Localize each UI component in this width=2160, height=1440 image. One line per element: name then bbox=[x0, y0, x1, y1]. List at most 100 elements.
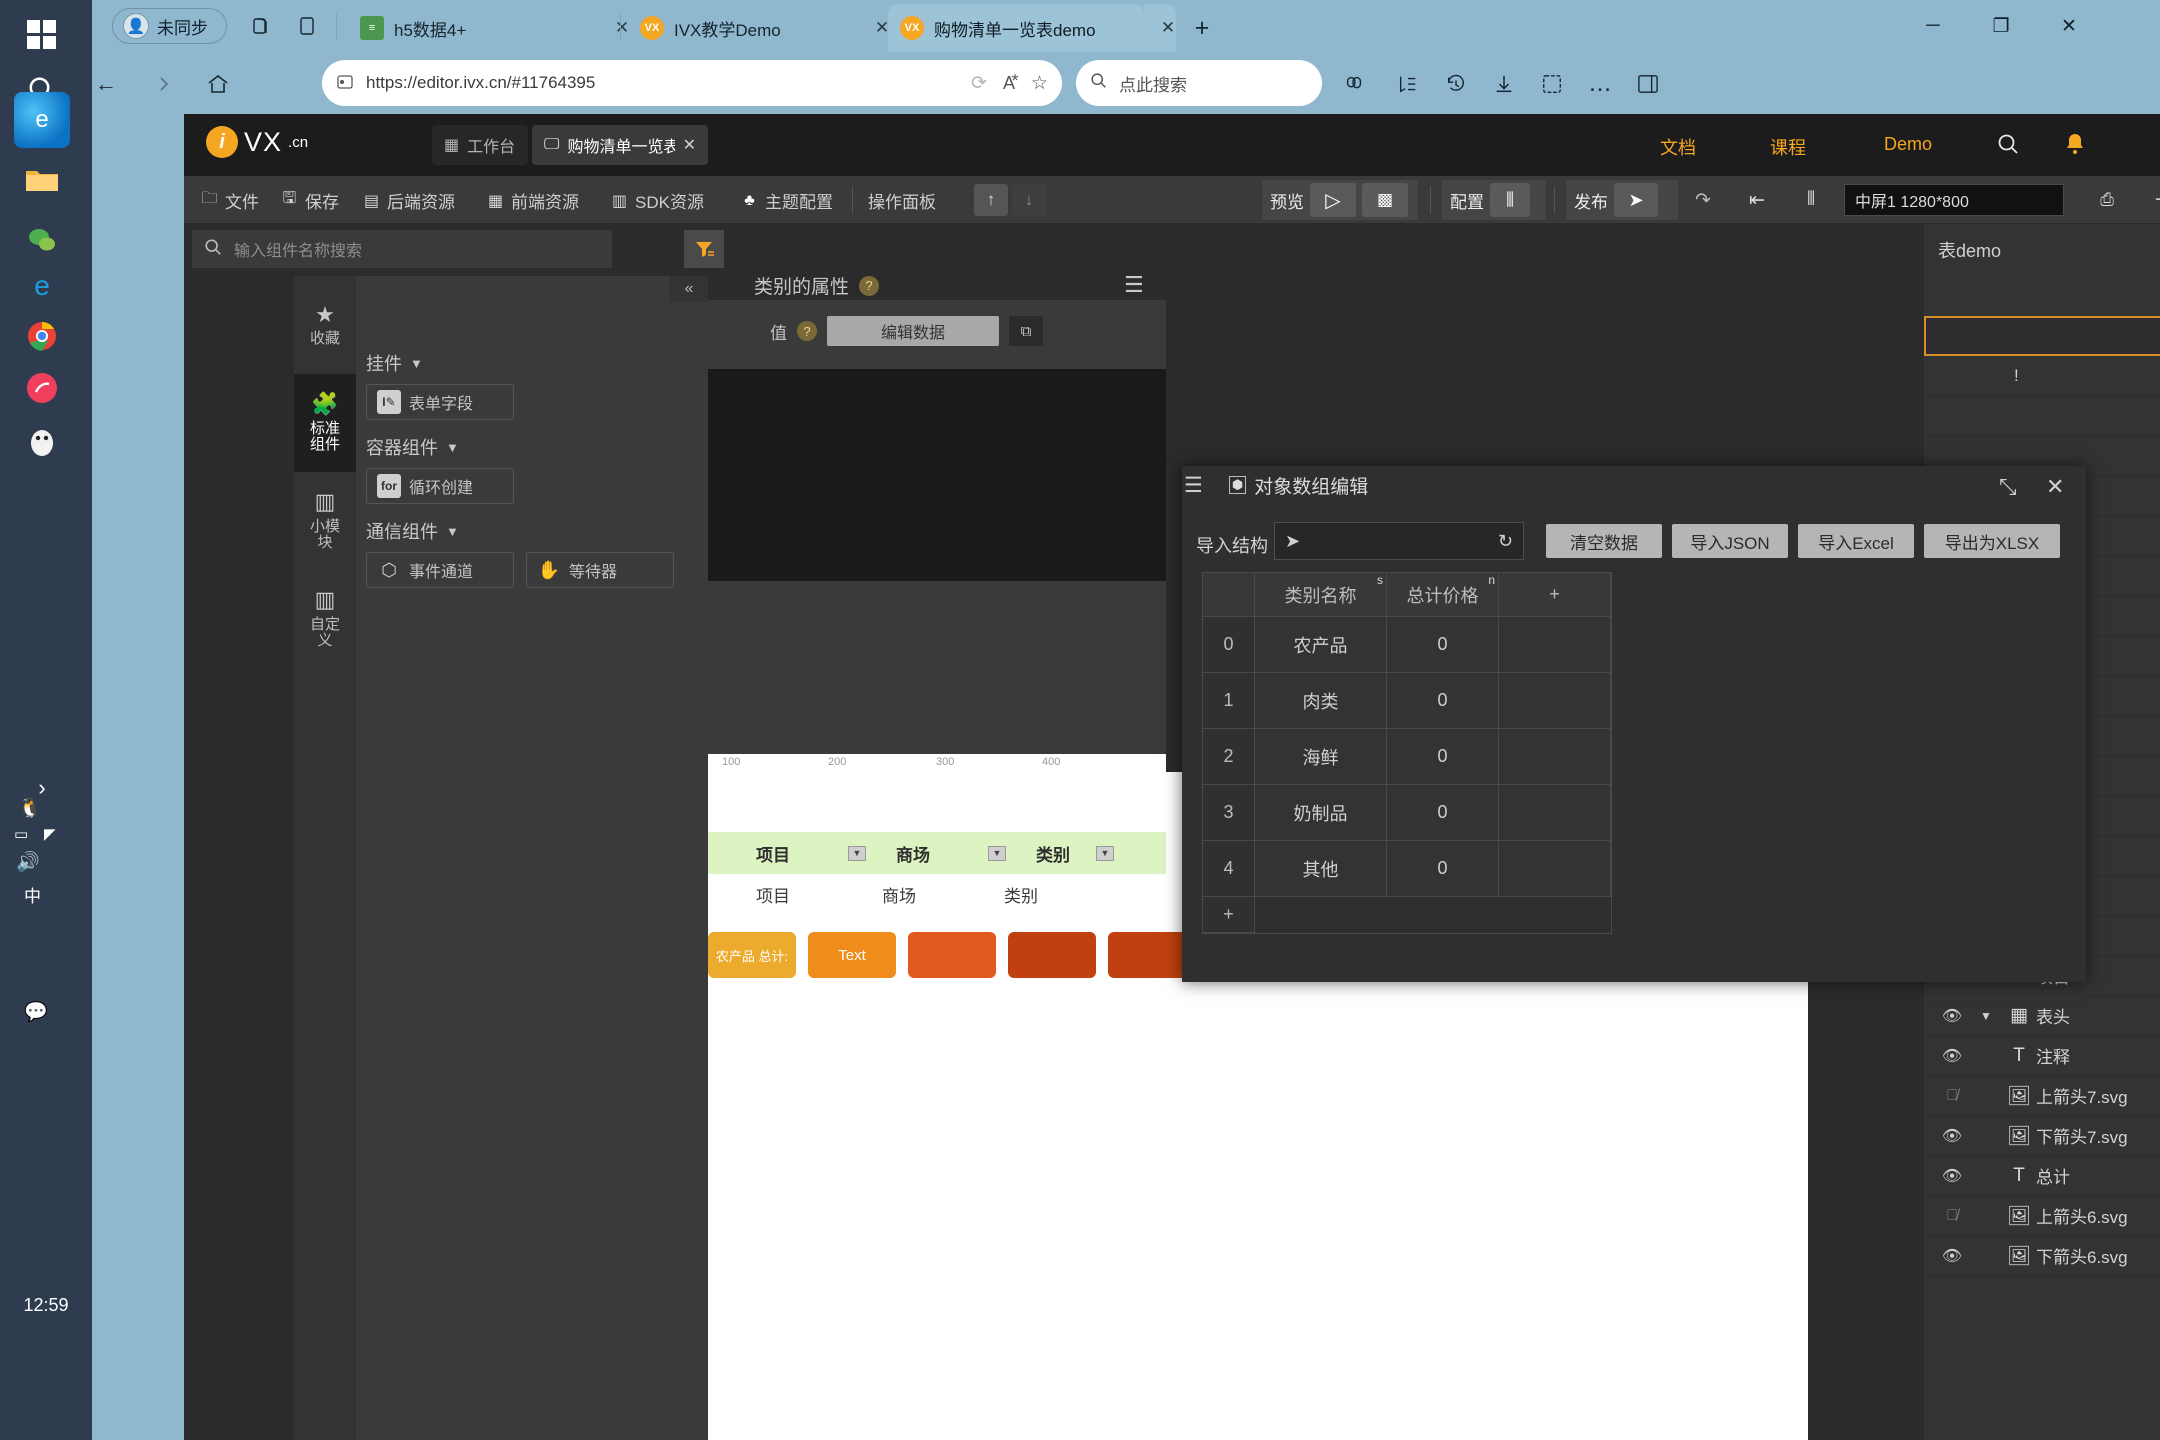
screenshot-icon[interactable] bbox=[1530, 64, 1574, 104]
nav-link-courses[interactable]: 课程 bbox=[1770, 134, 1806, 160]
home-button[interactable] bbox=[196, 64, 240, 104]
panel-down-button[interactable]: ↓ bbox=[1012, 184, 1046, 216]
grid-cell-empty[interactable] bbox=[1499, 785, 1611, 841]
site-info-icon[interactable] bbox=[336, 73, 354, 94]
component-search-input[interactable]: 输入组件名称搜索 bbox=[192, 230, 612, 268]
minimize-button[interactable]: ─ bbox=[1910, 10, 1956, 42]
edge-icon[interactable]: e bbox=[14, 92, 70, 148]
distribute-icon[interactable]: ⦀ bbox=[1794, 184, 1828, 216]
eye-icon[interactable]: 👁 bbox=[1924, 1046, 1980, 1066]
forward-button[interactable] bbox=[142, 64, 186, 104]
collapse-panel-button[interactable]: « bbox=[670, 276, 708, 302]
component-event-channel[interactable]: ⬡ 事件通道 bbox=[366, 552, 514, 588]
workspaces-icon[interactable] bbox=[244, 10, 278, 42]
component-form-field[interactable]: I✎ 表单字段 bbox=[366, 384, 514, 420]
battery-icon[interactable]: ▭ bbox=[14, 825, 28, 843]
browser-tab[interactable]: ≡ h5数据4+ bbox=[348, 4, 598, 52]
tray-qq-icon[interactable]: 🐧 bbox=[18, 796, 42, 820]
favorite-star-icon[interactable]: ☆ bbox=[1031, 72, 1048, 95]
publish-label[interactable]: 发布 bbox=[1574, 188, 1608, 213]
close-icon[interactable]: ✕ bbox=[2046, 474, 2064, 500]
tree-row[interactable]: 👁🖼下箭头6.svgℹ○ bbox=[1924, 1236, 2160, 1276]
grid-add-row[interactable]: + bbox=[1203, 897, 1611, 933]
grid-row[interactable]: 0 农产品 0 bbox=[1203, 617, 1611, 673]
nav-link-docs[interactable]: 文档 bbox=[1660, 134, 1696, 160]
preview-button-4[interactable] bbox=[1008, 932, 1096, 978]
screen-size-select[interactable]: 中屏1 1280*800 bbox=[1844, 184, 2064, 216]
close-icon[interactable]: ✕ bbox=[1156, 18, 1180, 38]
toolbar-panel[interactable]: 操作面板 bbox=[868, 188, 936, 213]
grid-row-index[interactable]: 1 bbox=[1203, 673, 1255, 729]
eye-icon[interactable]: 👁 bbox=[1924, 1166, 1980, 1186]
grid-cell-total[interactable]: 0 bbox=[1387, 785, 1499, 841]
filter-dropdown-icon[interactable]: ▼ bbox=[1096, 845, 1114, 861]
eye-off-icon[interactable]: 👁̸ bbox=[1924, 1087, 1980, 1105]
filter-dropdown-icon[interactable]: ▼ bbox=[988, 845, 1006, 861]
chevron-down-icon[interactable]: ▼ bbox=[1980, 1009, 2002, 1023]
browser-tab-active[interactable]: VX 购物清单一览表demo bbox=[888, 4, 1144, 52]
tree-row[interactable]: ○ bbox=[1924, 316, 2160, 356]
downloads-icon[interactable] bbox=[1482, 64, 1526, 104]
eye-icon[interactable]: 👁 bbox=[1924, 1246, 1980, 1266]
tree-row[interactable]: ℹ bbox=[1924, 276, 2160, 316]
tree-row[interactable]: 👁 T 注释 bbox=[1924, 1036, 2160, 1076]
rail-item-standard[interactable]: 🧩 标准 组件 bbox=[294, 374, 356, 472]
toolbar-frontend[interactable]: ▦ 前端资源 bbox=[486, 188, 579, 213]
close-icon[interactable]: ✕ bbox=[683, 135, 696, 155]
rail-item-custom[interactable]: ▥ 自定 义 bbox=[294, 570, 356, 668]
grid-row[interactable]: 1 肉类 0 bbox=[1203, 673, 1611, 729]
music-icon[interactable] bbox=[14, 360, 70, 416]
help-icon[interactable]: ? bbox=[859, 275, 880, 296]
grid-cell-total[interactable]: 0 bbox=[1387, 617, 1499, 673]
ie-browser-icon[interactable]: e bbox=[14, 258, 70, 314]
chat-notification-icon[interactable]: 💬 bbox=[24, 1000, 48, 1024]
group-title-communication[interactable]: 通信组件 ▼ bbox=[366, 518, 459, 544]
account-button[interactable]: 👤 未同步 bbox=[112, 8, 227, 44]
ivx-logo[interactable]: i VX .cn bbox=[206, 126, 308, 158]
tab-close-button[interactable]: ✕ bbox=[858, 4, 889, 52]
panel-up-button[interactable]: ↑ bbox=[974, 184, 1008, 216]
settings-more-icon[interactable]: … bbox=[1578, 64, 1622, 104]
grid-cell-empty[interactable] bbox=[1499, 841, 1611, 897]
toolbar-theme[interactable]: ♣ 主题配置 bbox=[740, 188, 833, 213]
filter-icon[interactable] bbox=[684, 230, 724, 268]
grid-cell-total[interactable]: 0 bbox=[1387, 673, 1499, 729]
search-box[interactable]: 点此搜索 bbox=[1076, 60, 1322, 106]
file-explorer-icon[interactable] bbox=[14, 152, 70, 208]
config-label[interactable]: 配置 bbox=[1450, 188, 1484, 213]
grid-column-header[interactable] bbox=[1203, 573, 1255, 617]
sidebar-icon[interactable] bbox=[1626, 64, 1670, 104]
tree-row[interactable]: 👁🖼下箭头7.svgℹ○ bbox=[1924, 1116, 2160, 1156]
back-button[interactable]: ← bbox=[84, 64, 128, 104]
grid-row[interactable]: 2 海鲜 0 bbox=[1203, 729, 1611, 785]
tab-close-button[interactable]: ✕ bbox=[1144, 4, 1176, 52]
url-text[interactable]: https://editor.ivx.cn/#11764395 bbox=[366, 73, 959, 93]
tree-row[interactable]: !○ bbox=[1924, 356, 2160, 396]
read-aloud-icon[interactable]: A⃰ bbox=[1003, 73, 1015, 94]
rail-item-modules[interactable]: ▥ 小模 块 bbox=[294, 472, 356, 570]
grid-row-index[interactable]: 2 bbox=[1203, 729, 1255, 785]
app-tab-workbench[interactable]: ▦ 工作台 bbox=[432, 125, 528, 165]
eye-icon[interactable]: 👁 bbox=[1924, 1006, 1980, 1026]
system-clock[interactable]: 12:59 bbox=[10, 1295, 82, 1316]
grid-cell-name[interactable]: 奶制品 bbox=[1255, 785, 1387, 841]
tab-preview-icon[interactable] bbox=[290, 10, 324, 42]
grid-row-index[interactable]: 3 bbox=[1203, 785, 1255, 841]
qrcode-icon[interactable]: ▩ bbox=[1362, 183, 1408, 217]
preview-label[interactable]: 预览 bbox=[1270, 188, 1304, 213]
play-icon[interactable]: ▷ bbox=[1310, 183, 1356, 217]
send-icon[interactable]: ➤ bbox=[1614, 183, 1658, 217]
grid-cell-total[interactable]: 0 bbox=[1387, 729, 1499, 785]
wifi-icon[interactable]: ◤ bbox=[44, 825, 56, 843]
group-title-containers[interactable]: 容器组件 ▼ bbox=[366, 434, 459, 460]
grid-row-index[interactable]: 0 bbox=[1203, 617, 1255, 673]
tree-row[interactable]: 👁̸🖼上箭头7.svgℹ○ bbox=[1924, 1076, 2160, 1116]
grid-cell-empty[interactable] bbox=[1499, 673, 1611, 729]
qq-penguin-icon[interactable] bbox=[14, 414, 70, 470]
grid-cell-name[interactable]: 肉类 bbox=[1255, 673, 1387, 729]
eye-icon[interactable]: 👁 bbox=[1924, 1126, 1980, 1146]
import-json-button[interactable]: 导入JSON bbox=[1672, 524, 1788, 558]
maximize-button[interactable]: ❐ bbox=[1978, 10, 2024, 42]
hamburger-icon[interactable]: ☰ bbox=[1124, 272, 1144, 298]
grid-column-header[interactable]: n 总计价格 bbox=[1387, 573, 1499, 617]
